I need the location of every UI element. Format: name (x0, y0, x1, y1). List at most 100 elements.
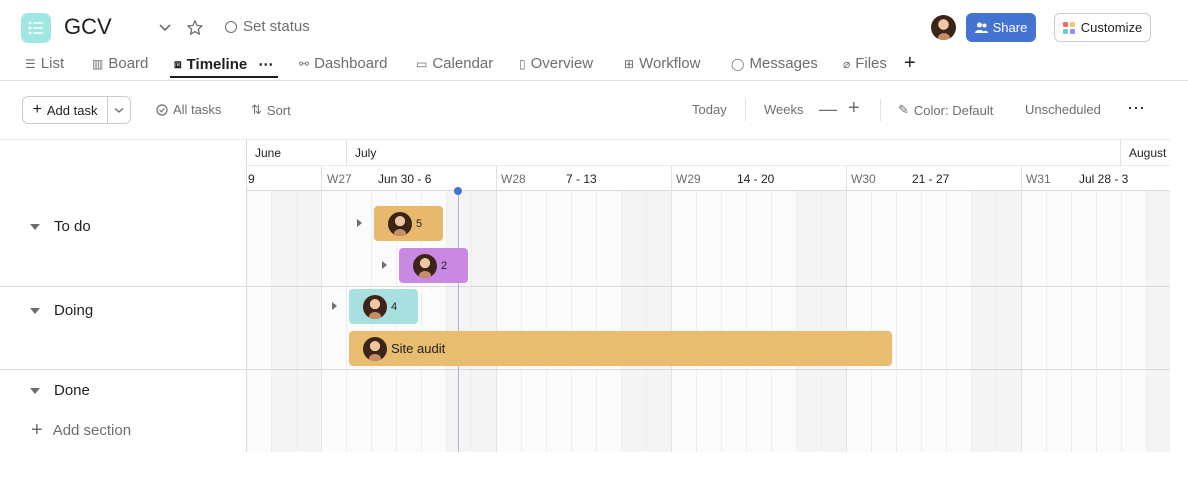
expand-icon[interactable] (357, 219, 362, 227)
add-task-button[interactable]: + Add task (23, 97, 108, 123)
header-divider (0, 80, 1188, 81)
tab-board-label: Board (108, 55, 149, 72)
expand-icon[interactable] (332, 302, 337, 310)
zoom-label: Weeks (764, 102, 804, 117)
active-tab-indicator (170, 76, 278, 78)
section-header-todo[interactable]: To do (30, 218, 91, 235)
tab-board[interactable]: ▥ Board (92, 55, 148, 72)
grid-line (771, 191, 772, 452)
status-circle-icon (225, 20, 237, 33)
grid-line (1021, 191, 1022, 452)
check-circle-icon (156, 103, 168, 116)
task-group-bar[interactable]: 5 (374, 206, 443, 241)
tab-calendar[interactable]: ▭ Calendar (416, 55, 493, 72)
task-bar-site-audit[interactable]: Site audit (349, 331, 892, 366)
people-icon (974, 22, 988, 33)
tab-files[interactable]: ⌀ Files (843, 55, 887, 72)
add-task-dropdown[interactable] (108, 97, 130, 123)
list-icon: ☰ (25, 56, 36, 71)
tab-more-icon[interactable]: ⋯ (258, 55, 273, 73)
calendar-icon: ▭ (416, 56, 428, 71)
week-range: 7 - 13 (566, 172, 597, 186)
grid-line (1096, 191, 1097, 452)
week-number: W30 (851, 172, 876, 186)
collapse-icon[interactable] (30, 387, 40, 394)
avatar[interactable] (931, 15, 956, 40)
expand-icon[interactable] (382, 261, 387, 269)
week-range: 9 (248, 172, 255, 186)
star-icon[interactable] (184, 17, 206, 39)
tab-files-label: Files (855, 55, 887, 72)
grid-line (846, 191, 847, 452)
grid-line (571, 191, 572, 452)
tab-calendar-label: Calendar (432, 55, 494, 72)
all-tasks-label: All tasks (173, 102, 222, 117)
today-label: Today (692, 102, 727, 117)
tab-workflow[interactable]: ⊞ Workflow (624, 55, 700, 72)
project-header: GCV Set status Share Customize ☰ List ▥ … (0, 0, 1188, 80)
grid-line (896, 191, 897, 452)
section-header-doing[interactable]: Doing (30, 302, 93, 319)
week-range: 21 - 27 (912, 172, 950, 186)
paint-icon: ✎ (898, 102, 909, 117)
customize-icon (1062, 21, 1075, 34)
grid-line (721, 191, 722, 452)
plus-icon: + (31, 419, 43, 441)
week-number: W28 (501, 172, 526, 186)
task-group-bar[interactable]: 2 (399, 248, 468, 283)
grid-line (996, 191, 997, 452)
week-range: Jul 28 - 3 (1079, 172, 1129, 186)
grid-line (496, 191, 497, 452)
section-name: To do (54, 218, 91, 235)
color-button[interactable]: ✎ Color: Default (898, 102, 993, 118)
sort-button[interactable]: ⇅ Sort (251, 102, 291, 118)
subtask-count: 2 (441, 259, 448, 272)
task-group-bar[interactable]: 4 (349, 289, 418, 324)
month-label: July (355, 146, 377, 160)
share-button[interactable]: Share (966, 13, 1036, 42)
grid-line (821, 191, 822, 452)
tab-workflow-label: Workflow (639, 55, 701, 72)
add-task-button-group: + Add task (22, 96, 131, 124)
tab-list-label: List (40, 55, 65, 72)
collapse-icon[interactable] (30, 223, 40, 230)
zoom-select[interactable]: Weeks (764, 102, 804, 117)
tab-dashboard[interactable]: ⚯ Dashboard (299, 55, 387, 72)
chevron-down-icon[interactable] (154, 17, 176, 39)
tab-list[interactable]: ☰ List (25, 55, 64, 72)
add-tab-icon[interactable]: + (904, 52, 916, 75)
week-divider (321, 166, 322, 191)
section-name: Done (54, 382, 90, 399)
customize-button[interactable]: Customize (1054, 13, 1151, 42)
tab-overview[interactable]: ▯ Overview (519, 55, 593, 72)
section-header-done[interactable]: Done (30, 382, 90, 399)
zoom-in-icon[interactable]: + (848, 97, 860, 120)
project-list-icon[interactable] (21, 13, 51, 43)
all-tasks-filter[interactable]: All tasks (156, 102, 221, 117)
week-number: W27 (327, 172, 352, 186)
set-status-button[interactable]: Set status (225, 18, 310, 35)
files-icon: ⌀ (843, 56, 851, 71)
grid-line (296, 191, 297, 452)
grid-line (671, 191, 672, 452)
grid-line (471, 191, 472, 452)
toolbar-divider (745, 99, 746, 121)
timeline-view: June July August 9 W27 Jun 30 - 6 W28 7 … (0, 139, 1170, 452)
grid-line (746, 191, 747, 452)
more-options-icon[interactable]: ⋯ (1127, 98, 1145, 119)
dashboard-icon: ⚯ (299, 56, 310, 71)
zoom-out-icon[interactable]: — (819, 99, 837, 120)
grid-line (346, 191, 347, 452)
grid-line (921, 191, 922, 452)
today-marker-line (458, 191, 459, 452)
add-section-button[interactable]: + Add section (31, 420, 131, 440)
add-section-label: Add section (52, 421, 132, 439)
messages-icon: ◯ (731, 56, 745, 71)
tab-timeline[interactable]: ⧈ Timeline ⋯ (174, 55, 273, 74)
collapse-icon[interactable] (30, 307, 40, 314)
unscheduled-button[interactable]: Unscheduled (1025, 102, 1101, 117)
tab-messages[interactable]: ◯ Messages (731, 55, 818, 72)
grid-line (446, 191, 447, 452)
today-button[interactable]: Today (692, 102, 727, 117)
grid-line (321, 191, 322, 452)
